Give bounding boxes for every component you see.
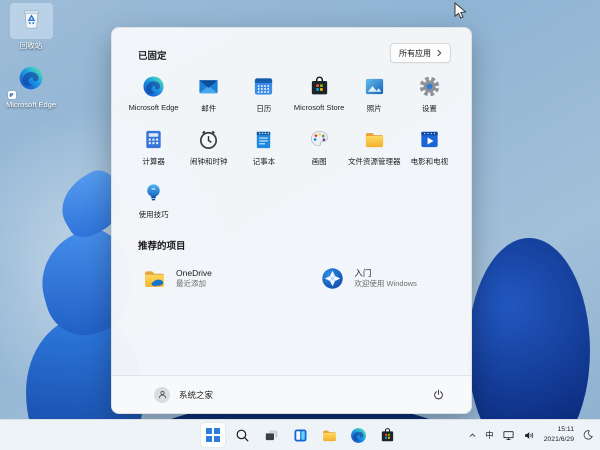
taskbar-time: 15:11 [544,425,574,435]
pinned-app-tips[interactable]: 使用技巧 [126,176,181,229]
user-avatar-icon [154,387,170,403]
pinned-app-settings[interactable]: 设置 [402,70,457,123]
pinned-app-movies-tv[interactable]: 电影和电视 [402,123,457,176]
chevron-right-icon [436,49,442,57]
focus-assist-moon-icon[interactable] [582,429,594,441]
taskbar-tray: 中 15:11 2021/6/29 [468,420,594,450]
desktop-icon-label: 回收站 [20,41,43,50]
speaker-icon[interactable] [523,429,536,442]
windows-logo-icon [206,428,220,442]
pinned-app-microsoft-store[interactable]: Microsoft Store [292,70,347,123]
recycle-bin-icon [10,3,53,39]
store-taskbar-button[interactable] [375,423,399,447]
user-name: 系统之家 [179,389,213,401]
recommended-item-subtitle: 最近添加 [176,279,212,289]
network-icon[interactable] [502,429,515,442]
edge-icon [142,75,165,98]
pinned-apps-grid: Microsoft Edge 邮件 日历 [126,70,457,229]
taskbar-clock[interactable]: 15:11 2021/6/29 [544,425,574,444]
search-icon [234,427,251,444]
notepad-icon [252,128,275,151]
get-started-icon [320,266,345,291]
all-apps-label: 所有应用 [399,48,431,59]
pinned-app-mail[interactable]: 邮件 [181,70,236,123]
search-button[interactable] [230,423,254,447]
gear-icon [418,75,441,98]
pinned-app-file-explorer[interactable]: 文件资源管理器 [347,123,402,176]
lightbulb-icon [142,181,165,204]
edge-icon [350,427,367,444]
recommended-item-onedrive[interactable]: OneDrive 最近添加 [138,260,316,297]
desktop-icon-edge[interactable]: Microsoft Edge [2,63,60,109]
taskbar-date: 2021/6/29 [544,435,574,445]
pinned-app-notepad[interactable]: 记事本 [236,123,291,176]
widgets-button[interactable] [288,423,312,447]
hidden-icons-button[interactable] [468,431,477,440]
pinned-app-photos[interactable]: 照片 [347,70,402,123]
calculator-icon [142,128,165,151]
file-explorer-button[interactable] [317,423,341,447]
widgets-icon [292,427,309,444]
recommended-section-header: 推荐的项目 [138,238,186,252]
paint-palette-icon [308,128,331,151]
recommended-item-title: OneDrive [176,268,212,279]
shortcut-arrow-icon [8,91,16,99]
desktop-icon-area: 回收站 Microsoft Edge [2,3,60,123]
power-icon [432,388,445,401]
photos-icon [363,75,386,98]
taskbar: 中 15:11 2021/6/29 [0,419,600,450]
folder-icon [321,427,338,444]
user-profile-button[interactable]: 系统之家 [148,384,219,406]
start-menu: 已固定 所有应用 Microsoft Edge 邮件 [111,27,472,414]
start-button[interactable] [201,423,225,447]
desktop-icon-label: Microsoft Edge [6,100,56,109]
clock-icon [197,128,220,151]
recommended-item-subtitle: 欢迎使用 Windows [354,279,417,289]
mail-icon [197,75,220,98]
pinned-app-paint[interactable]: 画图 [292,123,347,176]
power-button[interactable] [427,384,449,406]
store-icon [379,427,396,444]
pinned-app-microsoft-edge[interactable]: Microsoft Edge [126,70,181,123]
folder-icon [363,128,386,151]
onedrive-folder-icon [142,266,167,291]
recommended-grid: OneDrive 最近添加 入门 欢迎使用 Windows [138,260,451,297]
store-icon [308,75,331,98]
edge-icon [10,63,52,98]
desktop-icon-recycle-bin[interactable]: 回收站 [2,3,60,50]
edge-taskbar-button[interactable] [346,423,370,447]
pinned-section-header: 已固定 [138,48,167,62]
calendar-icon [252,75,275,98]
chevron-up-icon [468,431,477,440]
recommended-item-get-started[interactable]: 入门 欢迎使用 Windows [316,260,451,297]
start-menu-user-bar: 系统之家 [112,375,471,413]
pinned-app-calculator[interactable]: 计算器 [126,123,181,176]
pinned-app-alarms-clock[interactable]: 闹钟和时钟 [181,123,236,176]
pinned-app-calendar[interactable]: 日历 [236,70,291,123]
recommended-item-title: 入门 [354,268,417,279]
taskbar-center-group [201,420,399,450]
movies-tv-icon [418,128,441,151]
ime-indicator[interactable]: 中 [485,429,494,441]
task-view-button[interactable] [259,423,283,447]
task-view-icon [263,427,280,444]
all-apps-button[interactable]: 所有应用 [390,43,451,63]
